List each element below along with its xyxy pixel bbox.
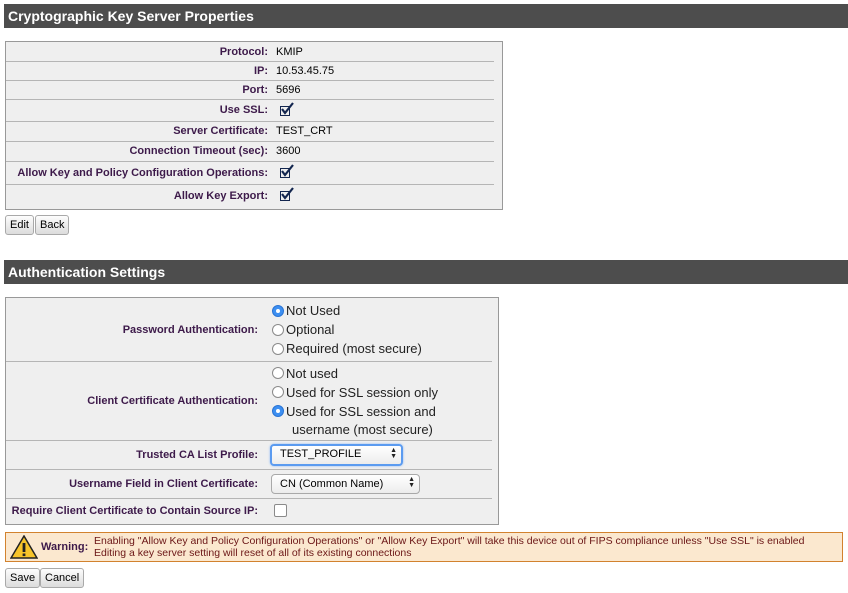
client-cert-option-continuation: username (most secure) bbox=[292, 421, 433, 437]
trusted-ca-label: Trusted CA List Profile: bbox=[136, 448, 258, 461]
ip-label: IP: bbox=[253, 64, 268, 77]
require-source-ip-row: Require Client Certificate to Contain So… bbox=[6, 498, 492, 523]
server-certificate-label: Server Certificate: bbox=[173, 125, 268, 137]
password-option-not-used[interactable]: Not Used bbox=[272, 301, 422, 320]
trusted-ca-select[interactable]: TEST_PROFILE ▲ ▼ bbox=[270, 444, 403, 466]
password-option-required[interactable]: Required (most secure) bbox=[272, 339, 422, 358]
protocol-row: Protocol: KMIP bbox=[6, 42, 494, 62]
allow-key-policy-row: Allow Key and Policy Configuration Opera… bbox=[6, 161, 494, 185]
allow-key-export-label: Allow Key Export: bbox=[173, 189, 268, 202]
server-certificate-value: TEST_CRT bbox=[276, 125, 333, 137]
warning-text: Enabling "Allow Key and Policy Configura… bbox=[94, 535, 804, 559]
password-auth-options: Not Used Optional Required (most secure) bbox=[272, 301, 422, 358]
port-row: Port: 5696 bbox=[6, 80, 494, 100]
username-field-label: Username Field in Client Certificate: bbox=[69, 477, 258, 490]
client-cert-auth-label: Client Certificate Authentication: bbox=[87, 394, 258, 407]
radio-icon[interactable] bbox=[272, 323, 284, 336]
client-cert-auth-row: Client Certificate Authentication: Not u… bbox=[6, 361, 492, 441]
up-down-arrows-icon: ▲ ▼ bbox=[408, 476, 415, 489]
password-auth-label: Password Authentication: bbox=[122, 323, 258, 336]
warning-label: Warning: bbox=[41, 541, 89, 553]
connection-timeout-row: Connection Timeout (sec): 3600 bbox=[6, 141, 494, 162]
cancel-button[interactable]: Cancel bbox=[40, 568, 85, 588]
edit-button[interactable]: Edit bbox=[5, 215, 34, 235]
radio-icon[interactable] bbox=[272, 386, 284, 398]
protocol-label: Protocol: bbox=[219, 45, 268, 58]
back-button[interactable]: Back bbox=[35, 215, 70, 235]
client-cert-auth-options: Not used Used for SSL session only Used … bbox=[272, 364, 438, 438]
warning-line-2: Editing a key server setting will reset … bbox=[94, 547, 412, 559]
radio-selected-icon[interactable] bbox=[272, 405, 284, 417]
port-value: 5696 bbox=[276, 83, 301, 96]
require-source-ip-label: Require Client Certificate to Contain So… bbox=[11, 504, 258, 517]
password-auth-row: Password Authentication: Not Used Option… bbox=[6, 298, 492, 362]
connection-timeout-label: Connection Timeout (sec): bbox=[129, 145, 268, 157]
ip-row: IP: 10.53.45.75 bbox=[6, 61, 494, 81]
port-label: Port: bbox=[242, 83, 268, 96]
allow-key-export-row: Allow Key Export: bbox=[6, 184, 494, 207]
username-field-select[interactable]: CN (Common Name) ▲ ▼ bbox=[271, 474, 420, 494]
client-cert-option-ssl-and-username[interactable]: Used for SSL session and bbox=[272, 402, 438, 421]
radio-selected-icon[interactable] bbox=[272, 304, 284, 317]
use-ssl-row: Use SSL: bbox=[6, 99, 494, 122]
auth-section-title: Authentication Settings bbox=[4, 260, 848, 284]
radio-icon[interactable] bbox=[272, 367, 284, 379]
require-source-ip-checkbox[interactable] bbox=[274, 504, 287, 517]
protocol-value: KMIP bbox=[276, 45, 303, 58]
client-cert-option-ssl-only[interactable]: Used for SSL session only bbox=[272, 383, 438, 402]
use-ssl-label: Use SSL: bbox=[219, 104, 268, 116]
ip-value: 10.53.45.75 bbox=[276, 64, 335, 77]
save-button[interactable]: Save bbox=[5, 568, 41, 588]
trusted-ca-row: Trusted CA List Profile: bbox=[6, 440, 492, 470]
password-option-optional[interactable]: Optional bbox=[272, 320, 422, 339]
warning-triangle-icon bbox=[10, 535, 38, 559]
up-down-arrows-icon: ▲ ▼ bbox=[390, 447, 397, 460]
allow-key-policy-label: Allow Key and Policy Configuration Opera… bbox=[17, 166, 268, 179]
server-certificate-row: Server Certificate: TEST_CRT bbox=[6, 121, 494, 142]
warning-banner: Warning: Enabling "Allow Key and Policy … bbox=[5, 532, 843, 562]
warning-line-1: Enabling "Allow Key and Policy Configura… bbox=[94, 535, 805, 547]
allow-key-export-checkmark-icon bbox=[280, 187, 294, 202]
connection-timeout-value: 3600 bbox=[276, 145, 301, 157]
key-server-section-title: Cryptographic Key Server Properties bbox=[4, 4, 848, 28]
allow-key-policy-checkmark-icon bbox=[280, 164, 294, 179]
radio-icon[interactable] bbox=[272, 342, 284, 355]
use-ssl-checkmark-icon bbox=[280, 101, 294, 117]
client-cert-option-not-used[interactable]: Not used bbox=[272, 364, 438, 383]
